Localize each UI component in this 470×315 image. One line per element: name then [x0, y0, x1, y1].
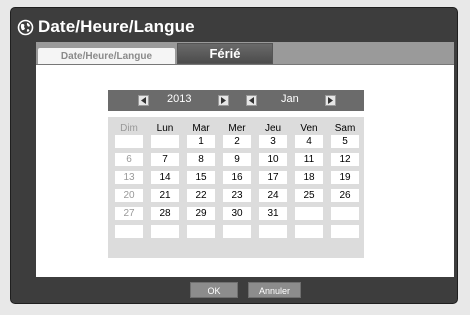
calendar-day-cell[interactable]: 20	[115, 189, 143, 202]
calendar-day-cell[interactable]: 13	[115, 171, 143, 184]
calendar-day-cell[interactable]	[295, 207, 323, 220]
dialog-button-bar: OK Annuler	[36, 277, 454, 299]
tab-date-time-language[interactable]: Date/Heure/Langue	[38, 48, 175, 64]
tab-bar: Date/Heure/Langue Férié	[36, 42, 454, 65]
calendar-day-cell[interactable]: 24	[259, 189, 287, 202]
arrow-left-icon	[141, 97, 146, 104]
dialog-title: Date/Heure/Langue	[38, 17, 195, 36]
dialog-title-bar: Date/Heure/Langue	[17, 14, 195, 40]
calendar-day-cell[interactable]: 27	[115, 207, 143, 220]
year-value: 2013	[167, 93, 192, 105]
weekday-header: Ven	[300, 123, 318, 134]
calendar-day-cell[interactable]	[187, 225, 215, 238]
calendar-day-cell[interactable]: 26	[331, 189, 359, 202]
ok-button[interactable]: OK	[190, 282, 238, 298]
arrow-right-icon	[221, 97, 226, 104]
calendar-day-cell[interactable]: 25	[295, 189, 323, 202]
calendar-day-cell[interactable]: 2	[223, 135, 251, 148]
month-next-button[interactable]	[325, 95, 336, 106]
weekday-header: Sam	[334, 123, 356, 134]
calendar-day-cell[interactable]	[151, 225, 179, 238]
calendar-day-cell[interactable]: 10	[259, 153, 287, 166]
calendar-day-cell[interactable]: 1	[187, 135, 215, 148]
calendar-day-cell[interactable]	[115, 225, 143, 238]
weekday-header: Lun	[156, 123, 174, 134]
cancel-button[interactable]: Annuler	[248, 282, 301, 298]
calendar-day-cell[interactable]: 15	[187, 171, 215, 184]
calendar-day-cell[interactable]: 9	[223, 153, 251, 166]
calendar-day-cell[interactable]: 5	[331, 135, 359, 148]
calendar-day-cell[interactable]: 12	[331, 153, 359, 166]
calendar-day-cell[interactable]: 28	[151, 207, 179, 220]
calendar-day-cell[interactable]	[331, 207, 359, 220]
calendar-day-cell[interactable]	[115, 135, 143, 148]
month-prev-button[interactable]	[246, 95, 257, 106]
calendar-day-cell[interactable]	[295, 225, 323, 238]
calendar-day-cell[interactable]: 4	[295, 135, 323, 148]
calendar-day-cell[interactable]: 30	[223, 207, 251, 220]
calendar-day-cell[interactable]: 17	[259, 171, 287, 184]
arrow-left-icon	[249, 97, 254, 104]
calendar-day-cell[interactable]	[331, 225, 359, 238]
calendar-day-cell[interactable]: 22	[187, 189, 215, 202]
calendar-day-cell[interactable]: 21	[151, 189, 179, 202]
calendar-day-cell[interactable]	[259, 225, 287, 238]
arrow-right-icon	[328, 97, 333, 104]
calendar-day-cell[interactable]: 31	[259, 207, 287, 220]
calendar-day-cell[interactable]: 14	[151, 171, 179, 184]
weekday-header: Jeu	[264, 123, 282, 134]
year-next-button[interactable]	[218, 95, 229, 106]
year-prev-button[interactable]	[138, 95, 149, 106]
weekday-header: Mer	[228, 123, 246, 134]
weekday-header: Dim	[120, 123, 138, 134]
calendar-day-cell[interactable]: 29	[187, 207, 215, 220]
calendar-day-cell[interactable]: 16	[223, 171, 251, 184]
calendar-grid: Dim Lun Mar Mer Jeu Ven Sam 1 2 3 4 5 6 7 8 9 10 11 12 13 14…	[108, 117, 364, 258]
calendar-day-cell[interactable]: 23	[223, 189, 251, 202]
globe-icon	[17, 19, 34, 36]
year-month-navigator: 2013 Jan	[108, 90, 364, 111]
holiday-panel: 2013 Jan Dim Lun Mar Mer Jeu Ven Sam 1 2 3 4 5 6 7 8 9 1…	[36, 65, 454, 277]
calendar-day-cell[interactable]: 3	[259, 135, 287, 148]
calendar-day-cell[interactable]: 18	[295, 171, 323, 184]
calendar-day-cell[interactable]: 8	[187, 153, 215, 166]
calendar-day-cell[interactable]	[151, 135, 179, 148]
calendar-day-cell[interactable]: 11	[295, 153, 323, 166]
calendar-day-cell[interactable]: 7	[151, 153, 179, 166]
month-value: Jan	[281, 93, 299, 105]
date-time-language-dialog: Date/Heure/Langue Date/Heure/Langue Féri…	[10, 7, 458, 304]
calendar-day-cell[interactable]: 6	[115, 153, 143, 166]
calendar-day-cell[interactable]: 19	[331, 171, 359, 184]
tab-holiday[interactable]: Férié	[177, 43, 273, 64]
calendar-day-cell[interactable]	[223, 225, 251, 238]
weekday-header: Mar	[192, 123, 210, 134]
